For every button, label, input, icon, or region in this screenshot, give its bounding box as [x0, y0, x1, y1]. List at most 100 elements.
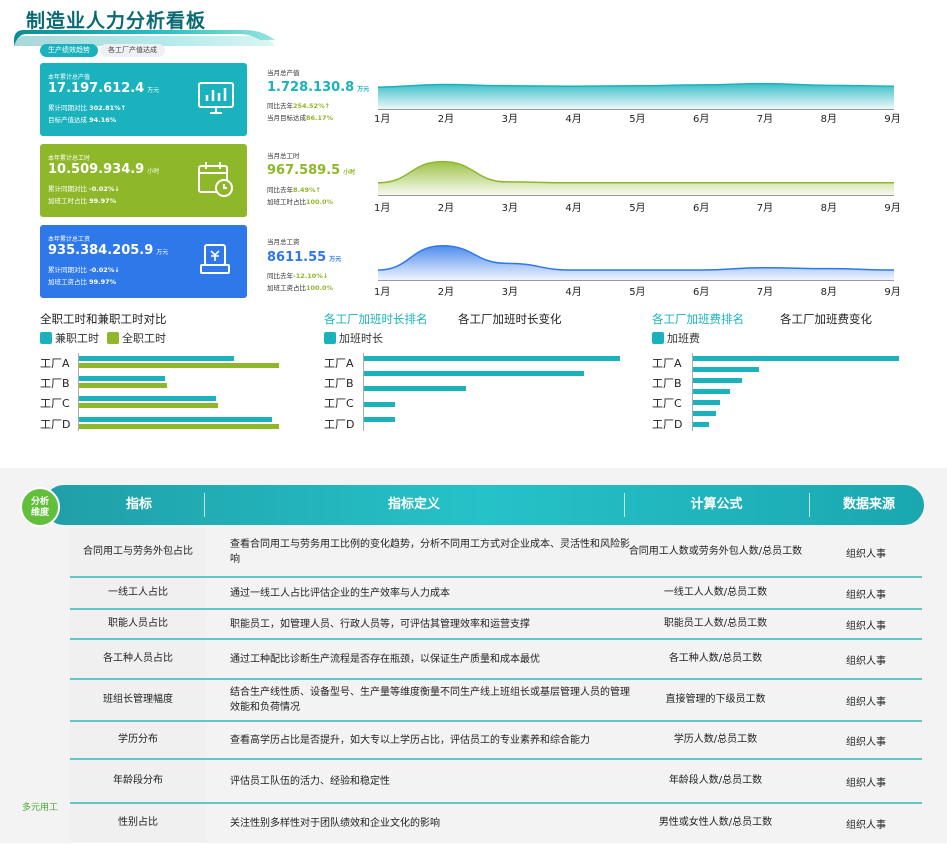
kpi-line1-label: 累计同期对比	[48, 104, 87, 112]
tab-overtime-pay-ranking[interactable]: 各工厂加班费排名	[652, 311, 744, 327]
monthly-unit: 万元	[329, 256, 342, 263]
kpi-line1-label: 累计同期对比	[48, 266, 87, 274]
monthly-value: 967.589.5	[267, 163, 341, 178]
kpi-value: 17.197.612.4	[48, 81, 145, 96]
area-fill	[378, 161, 894, 196]
bar	[79, 403, 218, 408]
month-tick: 5月	[629, 114, 646, 125]
bar	[364, 417, 395, 422]
month-tick: 4月	[565, 287, 582, 298]
kpi-line2-label: 加班工资占比	[48, 278, 87, 286]
kpi-value: 10.509.934.9	[48, 162, 145, 177]
bar	[693, 367, 759, 372]
bar	[79, 396, 216, 401]
monitor-chart-icon	[198, 82, 234, 114]
row-indicator: 班组长管理幅度	[103, 694, 173, 705]
cash-register-icon	[200, 244, 230, 274]
tab-production-trend[interactable]: 生产绩效趋势	[40, 44, 98, 57]
monthly-sub2-value: 100.0%	[306, 284, 334, 292]
row-source: 组织人事	[846, 777, 886, 789]
bar	[79, 417, 273, 422]
row-source: 组织人事	[846, 736, 886, 748]
bar	[364, 402, 395, 407]
factory-label: 工厂B	[324, 377, 354, 390]
bar	[79, 383, 168, 388]
kpi-line1-value: -0.02%↓	[89, 266, 120, 274]
monthly-sub1-label: 同比去年	[267, 272, 293, 280]
factory-label: 工厂D	[324, 418, 355, 431]
bar	[79, 356, 235, 361]
table-row: 年龄段分布 评估员工队伍的活力、经验和稳定性 年龄段人数/总员工数 组织人事	[70, 760, 922, 804]
month-tick: 3月	[501, 114, 518, 125]
monthly-sub2-label: 加班工时占比	[267, 198, 306, 206]
month-tick: 8月	[820, 114, 837, 125]
badge-line2: 维度	[30, 508, 49, 518]
table-row: 学历分布 查看高学历占比是否提升，如大专以上学历占比，评估员工的专业素养和综合能力…	[70, 722, 922, 760]
row-formula: 学历人数/总员工数	[673, 734, 758, 745]
row-formula: 各工种人数/总员工数	[668, 653, 763, 664]
row-source: 组织人事	[846, 655, 886, 667]
tab-overtime-pay-change[interactable]: 各工厂加班费变化	[780, 311, 872, 327]
tab-overtime-ranking[interactable]: 各工厂加班时长排名	[324, 311, 428, 327]
tab-factory-output[interactable]: 各工厂产值达成	[100, 44, 165, 57]
kpi-label: 本年累计总工资	[48, 236, 91, 243]
side-category-label: 多元用工	[22, 803, 59, 813]
bar	[364, 356, 620, 361]
factory-label: 工厂A	[324, 357, 354, 370]
legend-swatch	[324, 332, 336, 344]
monthly-sub2-value: 100.0%	[306, 198, 334, 206]
kpi-value: 935.384.205.9	[48, 243, 154, 258]
kpi-card-wages: 本年累计总工资 935.384.205.9 万元 累计同期对比 -0.02%↓ 加…	[40, 225, 247, 298]
legend-swatch	[107, 332, 119, 344]
header-definition: 指标定义	[387, 497, 440, 512]
factory-label: 工厂B	[40, 377, 70, 390]
month-tick: 2月	[437, 287, 455, 298]
bar	[364, 371, 585, 376]
row-definition: 评估员工队伍的活力、经验和稳定性	[230, 775, 390, 787]
header-source: 数据来源	[842, 497, 895, 512]
month-tick: 5月	[629, 203, 646, 214]
tab-overtime-change[interactable]: 各工厂加班时长变化	[458, 311, 562, 327]
month-tick: 8月	[820, 287, 837, 298]
monthly-value: 1.728.130.8	[267, 80, 355, 95]
kpi-label: 本年累计总工时	[48, 155, 91, 162]
month-tick: 6月	[693, 287, 710, 298]
factory-label: 工厂C	[652, 397, 682, 410]
legend-fulltime: 全职工时	[122, 332, 166, 345]
row-formula: 直接管理的下级员工数	[665, 694, 766, 705]
monthly-unit: 万元	[357, 86, 370, 93]
factory-label: 工厂A	[40, 357, 70, 370]
calendar-clock-icon	[198, 162, 233, 197]
kpi-label: 本年累计总产值	[48, 74, 91, 81]
bar	[693, 378, 743, 383]
monthly-unit: 小时	[343, 169, 356, 176]
row-formula: 男性或女性人数/总员工数	[658, 817, 773, 828]
bar	[693, 400, 720, 405]
legend-overtime-pay: 加班费	[667, 332, 700, 345]
kpi-line1-value: 302.81%↑	[89, 104, 127, 112]
page-title: 制造业人力分析看板	[26, 10, 207, 32]
row-source: 组织人事	[846, 620, 886, 632]
kpi-card-output: 本年累计总产值 17.197.612.4 万元 累计同期对比 302.81%↑ 目…	[40, 63, 247, 136]
legend-parttime: 兼职工时	[55, 332, 99, 345]
bar	[79, 424, 279, 429]
hours-trend-chart	[378, 160, 894, 196]
dimension-badge: 分析 维度	[20, 487, 60, 527]
monthly-sub1-value: -12.10%↓	[293, 272, 329, 280]
bar	[693, 411, 716, 416]
row-indicator: 性别占比	[118, 817, 158, 828]
overtime-pay-bars	[693, 353, 899, 433]
table-row: 性别占比 关注性别多样性对于团队绩效和企业文化的影响 男性或女性人数/总员工数 组织人…	[70, 804, 922, 844]
monthly-sub1-label: 同比去年	[267, 102, 293, 110]
monthly-sub2-label: 当月目标达成	[267, 114, 306, 122]
row-indicator: 学历分布	[118, 734, 158, 745]
kpi-line2-label: 目标产值达成	[48, 116, 87, 124]
factory-label: 工厂D	[652, 418, 683, 431]
month-tick: 1月	[374, 287, 391, 298]
month-tick: 3月	[501, 203, 518, 214]
row-definition: 查看合同用工与劳务用工比例的变化趋势，分析不同用工方式对企业成本、灵活性和风险影…	[230, 539, 630, 565]
row-indicator: 年龄段分布	[113, 775, 163, 786]
month-tick: 7月	[756, 203, 774, 214]
row-indicator: 一线工人占比	[108, 587, 168, 598]
monthly-sub2-label: 加班工资占比	[267, 284, 306, 292]
